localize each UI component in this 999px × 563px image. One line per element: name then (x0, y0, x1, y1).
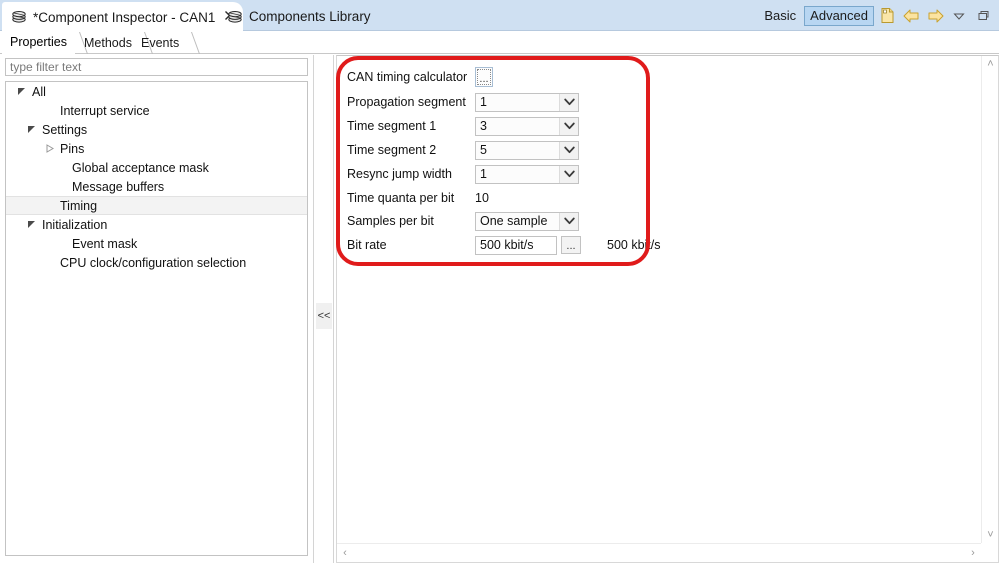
tab-slant-divider (182, 32, 201, 54)
editor-tab-components-library[interactable]: Components Library (219, 2, 379, 31)
tab-properties[interactable]: Properties (2, 32, 88, 54)
combo-samples-per-bit[interactable]: One sample (475, 211, 579, 231)
scroll-down-arrow-icon[interactable]: ˅ (982, 527, 999, 543)
tree-item-initialization[interactable]: Initialization (6, 215, 307, 234)
chevron-down-icon[interactable] (559, 141, 578, 159)
tree-item-label: CPU clock/configuration selection (60, 255, 247, 270)
horizontal-scrollbar[interactable]: ‹ › (337, 543, 981, 562)
property-tab-strip: Properties Methods Events (0, 31, 999, 54)
combo-resync-jump-width[interactable]: 1 (475, 164, 579, 184)
scroll-right-arrow-icon[interactable]: › (965, 544, 981, 562)
combo-value: 5 (480, 143, 487, 157)
form-label-samples-per-bit: Samples per bit (347, 214, 434, 228)
editor-tab-bar: *Component Inspector - CAN1 Components L… (0, 0, 999, 31)
chevron-down-icon[interactable] (559, 117, 578, 135)
tree-item-label: Initialization (42, 217, 108, 232)
combo-time-segment-2[interactable]: 5 (475, 140, 579, 160)
form-row-time-segment-2: Time segment 2 5 (347, 139, 579, 161)
tab-methods[interactable]: Methods (76, 32, 153, 54)
form-label-propagation-segment: Propagation segment (347, 95, 466, 109)
minimize-icon[interactable] (971, 4, 995, 27)
combo-value: 1 (480, 95, 487, 109)
tree-item-label: Pins (60, 141, 85, 156)
form-label-time-quanta-per-bit: Time quanta per bit (347, 191, 455, 205)
tab-label: Methods (84, 36, 132, 50)
forward-arrow-icon[interactable] (923, 4, 947, 27)
tab-events[interactable]: Events (133, 32, 201, 54)
form-label-can-timing-calculator: CAN timing calculator (347, 70, 468, 84)
form-row-propagation-segment: Propagation segment 1 (347, 91, 579, 113)
tree-item-settings[interactable]: Settings (6, 120, 307, 139)
combo-propagation-segment[interactable]: 1 (475, 92, 579, 112)
tree-item-pins[interactable]: Pins (6, 139, 307, 158)
form-row-bit-rate: Bit rate 500 kbit/s... 500 kbit/s (347, 234, 661, 256)
browse-bit-rate-button[interactable]: ... (561, 236, 581, 254)
panel-collapse-strip: << (315, 55, 334, 563)
editor-tab-component-inspector[interactable]: *Component Inspector - CAN1 (2, 2, 244, 31)
timing-form: CAN timing calculator... Propagation segm… (337, 56, 981, 543)
twisty-expanded-icon[interactable] (24, 220, 38, 229)
combo-time-segment-1[interactable]: 3 (475, 116, 579, 136)
twisty-expanded-icon[interactable] (24, 125, 38, 134)
component-stack-icon (227, 9, 243, 25)
tree-item-cpu-clock-configuration-selection[interactable]: CPU clock/configuration selection (6, 253, 307, 272)
form-label-time-segment-1: Time segment 1 (347, 119, 437, 133)
tree-item-label: All (32, 84, 46, 99)
form-row-time-quanta-per-bit: Time quanta per bit 10 (347, 187, 489, 209)
form-row-samples-per-bit: Samples per bit One sample (347, 210, 579, 232)
tree-item-label: Settings (42, 122, 88, 137)
chevron-down-icon[interactable] (559, 165, 578, 183)
vertical-scrollbar[interactable]: ˄ ˅ (981, 56, 998, 543)
tree-item-event-mask[interactable]: Event mask (6, 234, 307, 253)
tree-item-label: Message buffers (72, 179, 165, 194)
tab-label: Properties (10, 35, 67, 49)
twisty-expanded-icon[interactable] (14, 87, 28, 96)
editor-toolbar: Basic Advanced (757, 3, 995, 28)
twisty-collapsed-icon[interactable] (42, 144, 56, 153)
scroll-up-arrow-icon[interactable]: ˄ (982, 56, 999, 72)
form-label-bit-rate: Bit rate (347, 238, 387, 252)
tree-item-label: Timing (60, 198, 98, 213)
component-inspector-window: *Component Inspector - CAN1 Components L… (0, 0, 999, 563)
scroll-left-arrow-icon[interactable]: ‹ (337, 544, 353, 562)
tree-item-interrupt-service[interactable]: Interrupt service (6, 101, 307, 120)
view-menu-icon[interactable] (947, 4, 971, 27)
mode-basic-button[interactable]: Basic (758, 6, 802, 26)
computed-bit-rate-value: 500 kbit/s (607, 238, 661, 252)
combo-value: One sample (480, 214, 548, 228)
filter-input[interactable]: type filter text (5, 58, 308, 76)
form-row-resync-jump-width: Resync jump width 1 (347, 163, 579, 185)
form-row-time-segment-1: Time segment 1 3 (347, 115, 579, 137)
collapse-left-panel-button[interactable]: << (316, 303, 332, 329)
combo-value: 3 (480, 119, 487, 133)
tree-item-timing[interactable]: Timing (6, 196, 307, 215)
new-file-icon[interactable] (875, 4, 899, 27)
input-bit-rate[interactable]: 500 kbit/s (475, 235, 557, 255)
properties-tree-panel: type filter text All Interrupt service Set… (0, 55, 314, 563)
tree-item-global-acceptance-mask[interactable]: Global acceptance mask (6, 158, 307, 177)
back-arrow-icon[interactable] (899, 4, 923, 27)
tree-item-label: Interrupt service (60, 103, 150, 118)
combo-value: 1 (480, 167, 487, 181)
chevron-down-icon[interactable] (559, 93, 578, 111)
timing-settings-panel: CAN timing calculator... Propagation segm… (336, 55, 999, 563)
value-time-quanta-per-bit: 10 (475, 191, 489, 205)
form-row-can-timing-calculator: CAN timing calculator... (347, 66, 493, 88)
tree-item-label: Event mask (72, 236, 138, 251)
tab-label: Events (141, 36, 180, 50)
component-stack-icon (11, 9, 27, 25)
editor-tab-label: Components Library (249, 9, 371, 24)
chevron-down-icon[interactable] (559, 212, 578, 230)
scrollbar-corner (981, 543, 998, 562)
tree-item-label: Global acceptance mask (72, 160, 209, 175)
form-label-resync-jump-width: Resync jump width (347, 167, 452, 181)
open-can-timing-calculator-button[interactable]: ... (475, 67, 493, 87)
form-label-time-segment-2: Time segment 2 (347, 143, 437, 157)
editor-tab-label: *Component Inspector - CAN1 (33, 9, 216, 25)
property-tree[interactable]: All Interrupt service Settings Pins Global a… (5, 81, 308, 556)
tree-item-all[interactable]: All (6, 82, 307, 101)
mode-advanced-button[interactable]: Advanced (804, 5, 874, 26)
tree-item-message-buffers[interactable]: Message buffers (6, 177, 307, 196)
